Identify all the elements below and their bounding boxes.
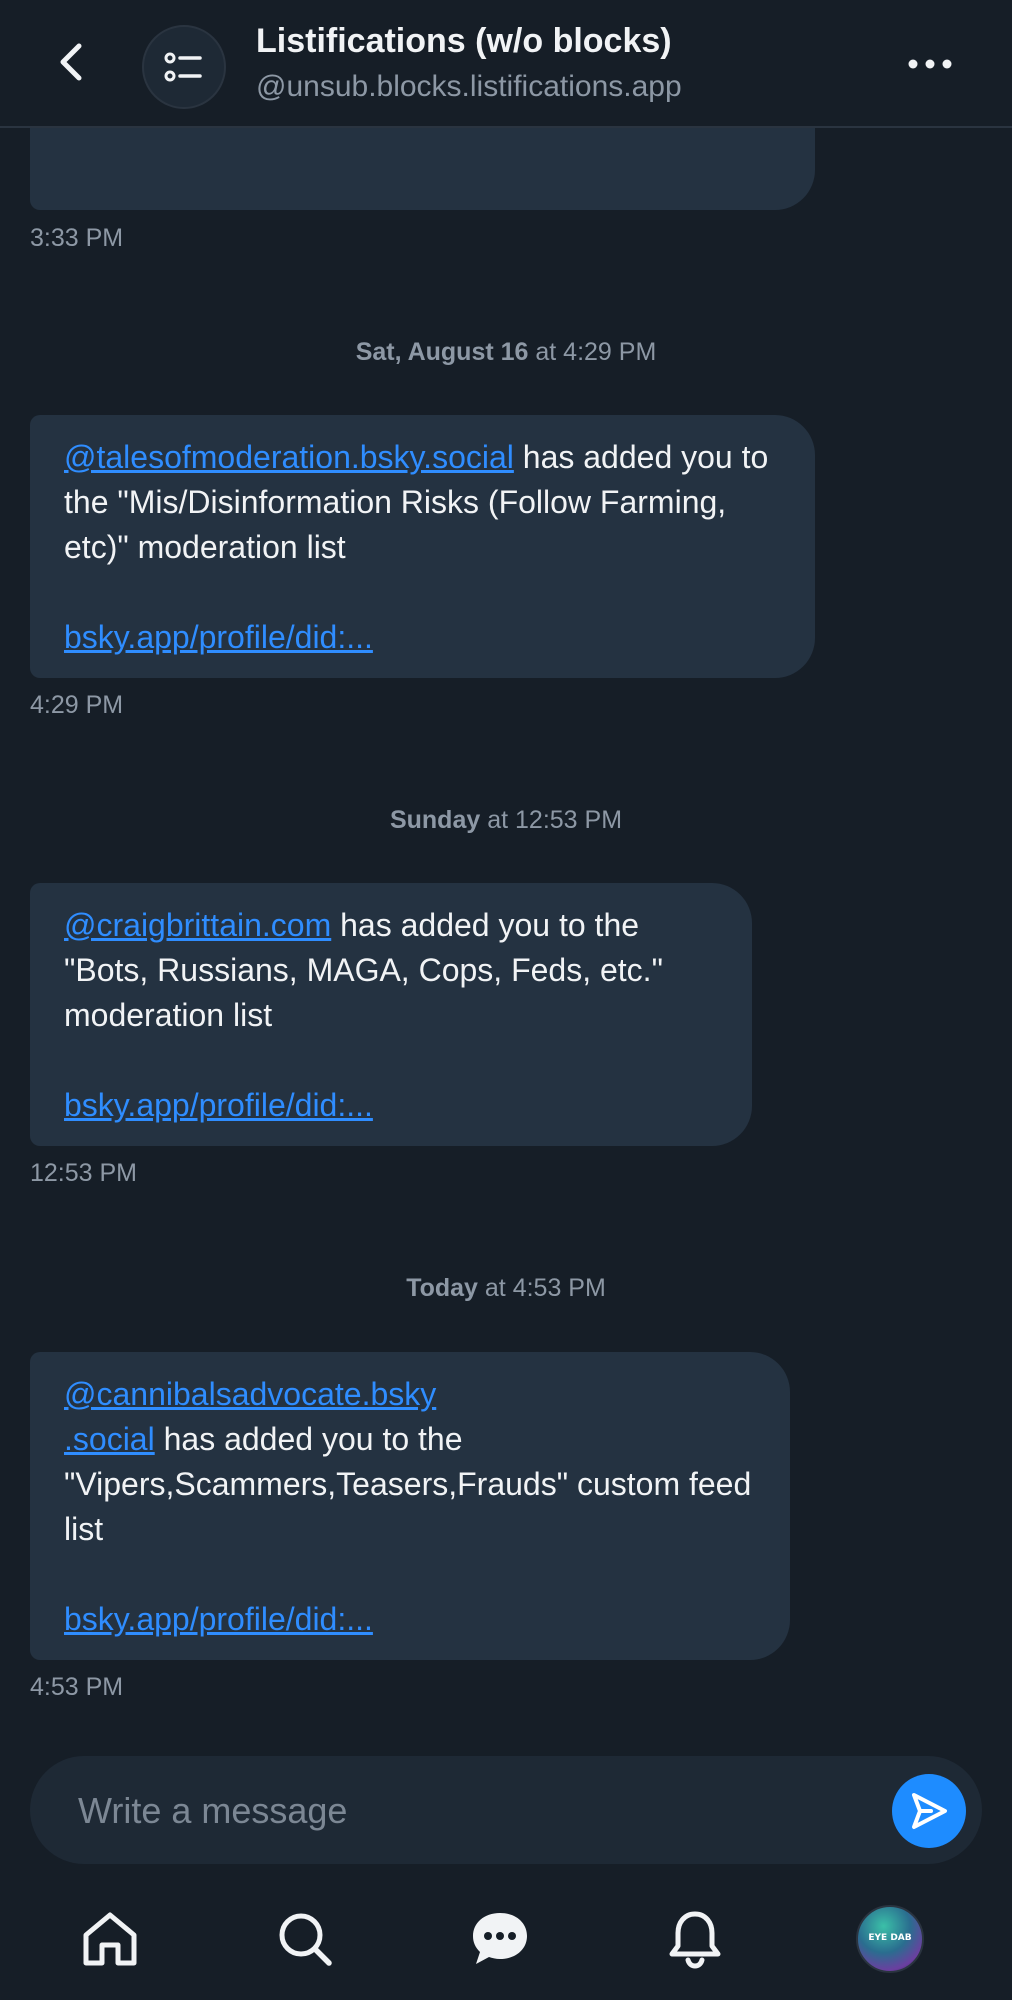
back-button[interactable] — [40, 30, 104, 94]
chat-header: Listifications (w/o blocks) @unsub.block… — [0, 0, 1012, 128]
profile-url-link[interactable]: bsky.app/profile/did:... — [64, 1597, 756, 1642]
send-button[interactable] — [892, 1774, 966, 1848]
bottom-tab-bar: EYE DAB — [0, 1880, 1012, 2000]
back-chevron-icon — [60, 43, 82, 81]
day-label: Today — [406, 1274, 478, 1302]
mention-link[interactable]: @craigbrittain.com — [64, 907, 331, 943]
tab-profile[interactable]: EYE DAB — [845, 1894, 935, 1984]
message-timestamp: 4:29 PM — [30, 691, 124, 719]
search-icon — [279, 1913, 332, 1966]
profile-url-link[interactable]: bsky.app/profile/did:... — [64, 1083, 718, 1128]
more-horizontal-icon — [908, 59, 952, 69]
message-timestamp: 3:33 PM — [30, 224, 124, 252]
conversation-title[interactable]: Listifications (w/o blocks) — [256, 22, 672, 61]
list-avatar[interactable] — [142, 25, 226, 109]
day-separator: Sunday at 12:53 PM — [0, 806, 1012, 835]
conversation-handle[interactable]: @unsub.blocks.listifications.app — [256, 70, 682, 104]
message-bubble-partial — [30, 128, 815, 210]
mention-link[interactable]: @talesofmoderation.bsky.social — [64, 439, 514, 475]
message-text: has added you to the "Vipers,Scammers,Te… — [64, 1421, 752, 1547]
home-icon — [83, 1912, 137, 1966]
message-thread[interactable]: 3:33 PM Sat, August 16 at 4:29 PM @tales… — [0, 128, 1012, 1748]
message-bubble: @craigbrittain.com has added you to the … — [30, 883, 752, 1146]
day-time: at 12:53 PM — [480, 806, 623, 834]
profile-avatar: EYE DAB — [856, 1905, 924, 1973]
day-separator: Today at 4:53 PM — [0, 1274, 1012, 1303]
message-input[interactable] — [76, 1780, 860, 1842]
day-time: at 4:53 PM — [477, 1274, 606, 1302]
send-icon — [912, 1793, 947, 1829]
more-options-button[interactable] — [898, 40, 962, 88]
tab-home[interactable] — [65, 1894, 155, 1984]
message-timestamp: 4:53 PM — [30, 1673, 124, 1701]
day-label: Sat, August 16 — [355, 338, 529, 366]
tab-chat[interactable] — [455, 1894, 545, 1984]
day-separator: Sat, August 16 at 4:29 PM — [0, 338, 1012, 367]
bell-icon — [669, 1911, 721, 1969]
day-time: at 4:29 PM — [528, 338, 657, 366]
message-bubble: @cannibalsadvocate.bsky .social has added… — [30, 1352, 790, 1660]
day-label: Sunday — [389, 806, 481, 834]
mention-link-part-2: .social — [64, 1421, 155, 1457]
list-icon — [164, 52, 202, 82]
message-timestamp: 12:53 PM — [30, 1159, 138, 1187]
message-bubble: @talesofmoderation.bsky.social has added… — [30, 415, 815, 678]
tab-search[interactable] — [260, 1894, 350, 1984]
tab-notifications[interactable] — [650, 1894, 740, 1984]
chat-icon — [473, 1913, 527, 1964]
profile-avatar-label: EYE DAB — [868, 1933, 912, 1943]
profile-url-link[interactable]: bsky.app/profile/did:... — [64, 615, 781, 660]
message-composer — [30, 1756, 982, 1864]
mention-link-part-1: @cannibalsadvocate.bsky — [64, 1376, 437, 1412]
